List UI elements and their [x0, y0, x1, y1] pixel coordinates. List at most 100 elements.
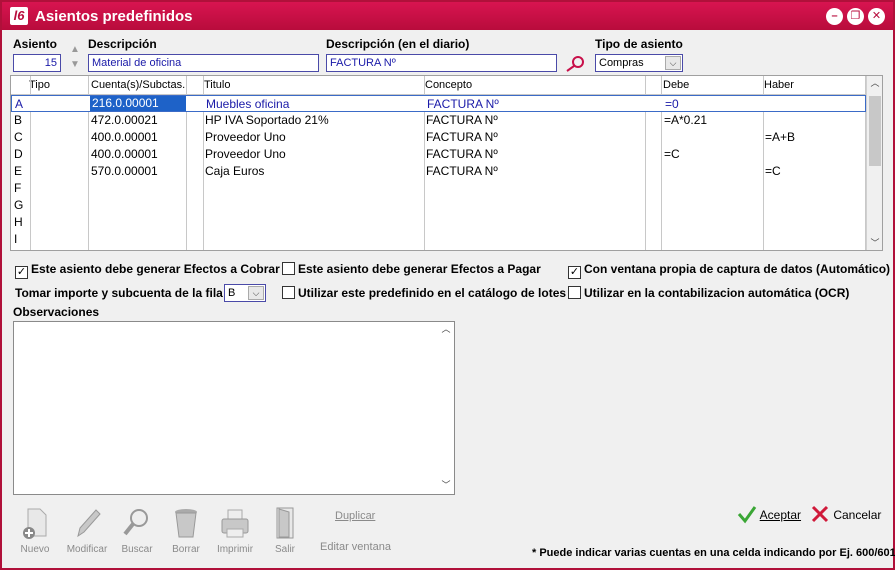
row-letter: B: [14, 113, 23, 127]
pencil-icon: [77, 509, 101, 538]
grid-row-d[interactable]: D 400.0.00001 Proveedor Uno FACTURA Nº =…: [11, 146, 866, 163]
next-entry-icon[interactable]: ▼: [68, 60, 82, 70]
grid-row-e[interactable]: E 570.0.00001 Caja Euros FACTURA Nº =C: [11, 163, 866, 180]
grid-row-a[interactable]: A 216.0.00001 Muebles oficina FACTURA Nº…: [11, 95, 866, 112]
descripcion-field[interactable]: Material de oficina: [88, 54, 319, 72]
nuevo-button[interactable]: Nuevo: [12, 506, 58, 558]
scroll-up-icon[interactable]: ︿: [867, 76, 882, 90]
salir-label: Salir: [274, 544, 295, 555]
hint-text: * Puede indicar varias cuentas en una ce…: [532, 547, 895, 559]
grid-row-i[interactable]: I: [11, 231, 866, 248]
row-letter: H: [14, 215, 23, 229]
debe-cell[interactable]: =C: [664, 147, 680, 161]
magnifier-icon: [123, 509, 148, 536]
grid-scrollbar[interactable]: ︿ ﹀: [866, 76, 882, 250]
grid-row-g[interactable]: G: [11, 197, 866, 214]
catalogo-lotes-checkbox[interactable]: Utilizar este predefinido en el catálogo…: [282, 286, 566, 302]
scroll-down-icon[interactable]: ﹀: [867, 236, 882, 250]
column-header-cuenta: Cuenta(s)/Subctas.: [91, 79, 186, 91]
titulo-cell[interactable]: Proveedor Uno: [205, 147, 286, 161]
column-header-tipo: Tipo: [29, 79, 50, 91]
row-letter: E: [14, 164, 23, 178]
checkbox-empty-icon[interactable]: [568, 286, 581, 299]
modificar-label: Modificar: [66, 544, 108, 555]
column-header-haber: Haber: [764, 79, 794, 91]
minimize-button[interactable]: –: [826, 8, 843, 25]
borrar-button[interactable]: Borrar: [163, 506, 209, 558]
concepto-cell[interactable]: FACTURA Nº: [426, 130, 498, 144]
concepto-cell[interactable]: FACTURA Nº: [426, 147, 498, 161]
tomar-importe-value: B: [228, 287, 236, 299]
cuenta-cell[interactable]: 216.0.00001: [90, 96, 186, 111]
imprimir-button[interactable]: Imprimir: [212, 506, 258, 558]
imprimir-label: Imprimir: [216, 544, 254, 555]
ventana-propia-label: Con ventana propia de captura de datos (…: [584, 262, 891, 276]
catalogo-lotes-label: Utilizar este predefinido en el catálogo…: [298, 286, 567, 300]
cuenta-cell[interactable]: 472.0.00021: [91, 113, 158, 127]
titulo-cell[interactable]: Caja Euros: [205, 164, 264, 178]
grid-row-b[interactable]: B 472.0.00021 HP IVA Soportado 21% FACTU…: [11, 112, 866, 129]
asiento-number-field[interactable]: 15: [13, 54, 61, 72]
row-letter: F: [14, 181, 22, 195]
ventana-propia-checkbox[interactable]: ✓ Con ventana propia de captura de datos …: [568, 262, 891, 279]
checkmark-icon[interactable]: ✓: [568, 266, 581, 279]
buscar-button[interactable]: Buscar: [114, 506, 160, 558]
concepto-cell[interactable]: FACTURA Nº: [427, 97, 499, 111]
debe-cell[interactable]: =A*0.21: [664, 113, 707, 127]
checkbox-empty-icon[interactable]: [282, 286, 295, 299]
modificar-button[interactable]: Modificar: [64, 506, 110, 558]
tipo-asiento-select[interactable]: Compras ⌵: [595, 54, 683, 72]
ocr-checkbox[interactable]: Utilizar en la contabilizacion automátic…: [568, 286, 849, 302]
asiento-label: Asiento: [13, 37, 58, 51]
cuenta-cell[interactable]: 570.0.00001: [91, 164, 158, 178]
grid-row-f[interactable]: F: [11, 180, 866, 197]
tomar-importe-select[interactable]: B ⌵: [224, 284, 266, 302]
scroll-up-icon[interactable]: ︿: [438, 322, 454, 336]
cuenta-cell[interactable]: 400.0.00001: [91, 147, 158, 161]
aceptar-button[interactable]: Aceptar: [737, 504, 801, 526]
concepto-cell[interactable]: FACTURA Nº: [426, 164, 498, 178]
editar-ventana-link[interactable]: Editar ventana: [320, 541, 391, 553]
haber-cell[interactable]: =C: [765, 164, 781, 178]
cuenta-cell[interactable]: 400.0.00001: [91, 130, 158, 144]
close-button[interactable]: ✕: [868, 8, 885, 25]
column-header-titulo: Titulo: [204, 79, 231, 91]
concepto-cell[interactable]: FACTURA Nº: [426, 113, 498, 127]
duplicar-link[interactable]: Duplicar: [335, 510, 375, 522]
scroll-down-icon[interactable]: ﹀: [438, 478, 454, 492]
row-letter: C: [14, 130, 23, 144]
checkbox-empty-icon[interactable]: [282, 262, 295, 275]
descripcion-diario-label: Descripción (en el diario): [326, 37, 470, 51]
cancelar-button[interactable]: Cancelar: [810, 504, 881, 526]
grid-row-c[interactable]: C 400.0.00001 Proveedor Uno FACTURA Nº =…: [11, 129, 866, 146]
titulo-cell[interactable]: HP IVA Soportado 21%: [205, 113, 329, 127]
chevron-down-icon[interactable]: ⌵: [665, 56, 681, 70]
ocr-label: Utilizar en la contabilizacion automátic…: [584, 286, 850, 300]
window-title: Asientos predefinidos: [35, 8, 193, 25]
entries-grid: Tipo Cuenta(s)/Subctas. Titulo Concepto …: [10, 75, 883, 251]
previous-entry-icon[interactable]: ▲: [68, 45, 82, 55]
grid-row-h[interactable]: H: [11, 214, 866, 231]
titulo-cell[interactable]: Proveedor Uno: [205, 130, 286, 144]
observaciones-textarea[interactable]: ︿ ﹀: [13, 321, 455, 495]
check-icon: [737, 506, 757, 524]
efectos-pagar-checkbox[interactable]: Este asiento debe generar Efectos a Paga…: [282, 262, 541, 278]
salir-button[interactable]: Salir: [262, 506, 308, 558]
chevron-down-icon[interactable]: ⌵: [248, 286, 264, 300]
descripcion-diario-field[interactable]: FACTURA Nº: [326, 54, 557, 72]
scrollbar-thumb[interactable]: [869, 96, 881, 166]
restore-button[interactable]: ❐: [847, 8, 864, 25]
titulo-cell[interactable]: Muebles oficina: [206, 97, 289, 111]
checkmark-icon[interactable]: ✓: [15, 266, 28, 279]
row-letter: I: [14, 232, 18, 246]
efectos-cobrar-checkbox[interactable]: ✓ Este asiento debe generar Efectos a Cob…: [15, 262, 280, 279]
textarea-scrollbar[interactable]: ︿ ﹀: [438, 322, 454, 494]
concept-search-icon[interactable]: [564, 54, 586, 72]
exit-door-icon: [276, 507, 294, 539]
row-letter: D: [14, 147, 23, 161]
debe-cell[interactable]: =0: [665, 97, 679, 111]
haber-cell[interactable]: =A+B: [765, 130, 795, 144]
descripcion-label: Descripción: [88, 37, 157, 51]
app-logo-icon: l6: [10, 7, 28, 25]
cancelar-label: Cancelar: [833, 508, 882, 522]
